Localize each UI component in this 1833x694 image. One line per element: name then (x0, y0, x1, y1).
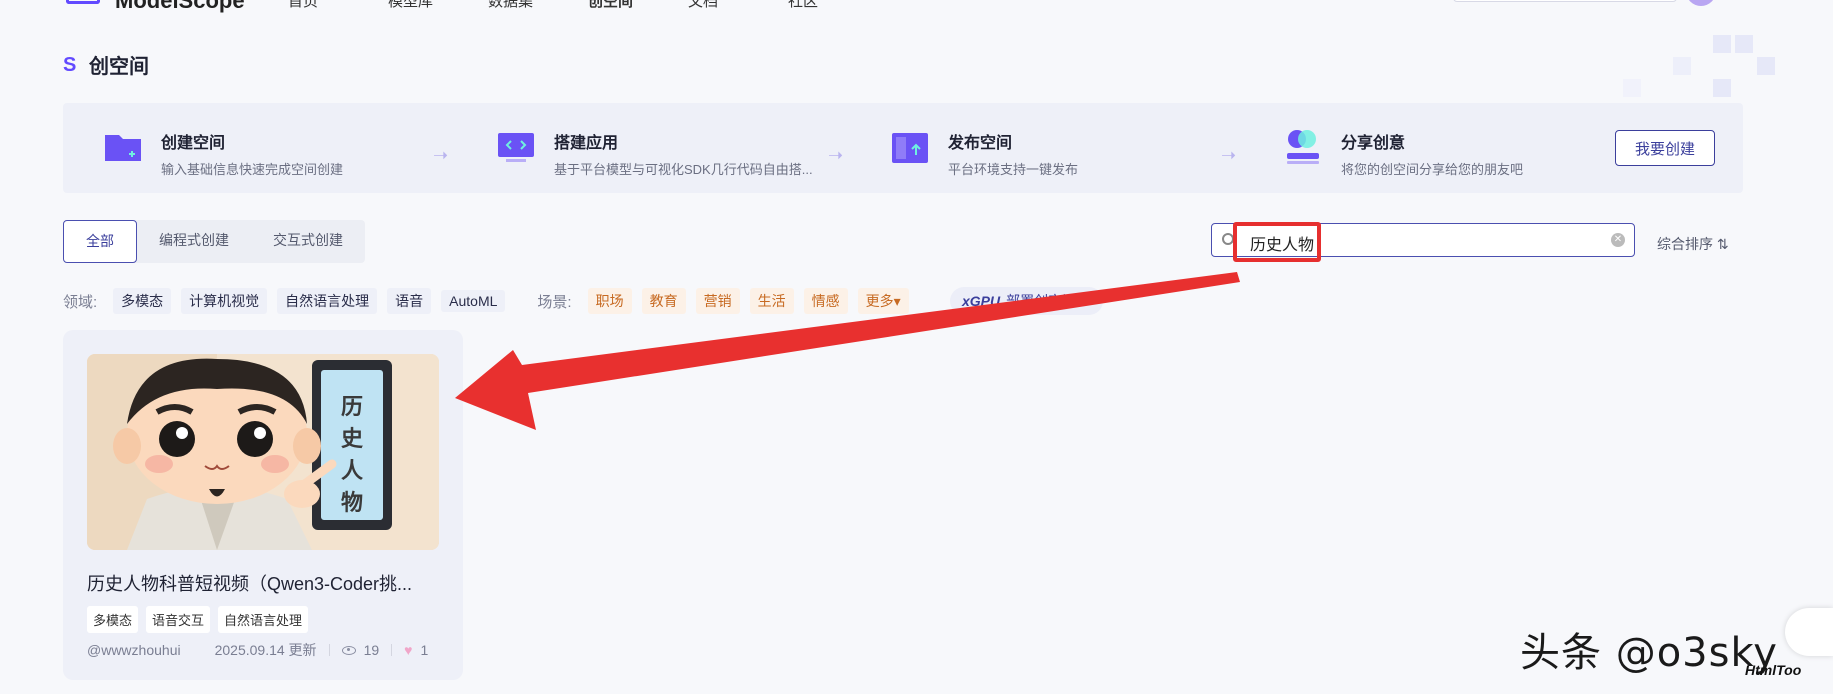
card-meta: @wwwzhouhui 2025.09.14 更新 19 ♥ 1 (87, 640, 428, 660)
step-title: 分享创意 (1341, 135, 1406, 152)
sort-dropdown[interactable]: 综合排序 ⇅ (1657, 234, 1729, 254)
card-thumbnail[interactable]: 历史人物 (87, 354, 439, 550)
domain-tag[interactable]: 计算机视觉 (181, 288, 268, 314)
scene-label: 场景: (537, 293, 572, 311)
step-desc: 基于平台模型与可视化SDK几行代码自由搭... (554, 162, 813, 177)
folder-plus-icon (105, 135, 141, 161)
code-window-icon (498, 133, 534, 162)
user-share-icon (1287, 130, 1319, 164)
page-title: 创空间 (89, 56, 149, 78)
nav-item-studios[interactable]: 创空间 (588, 0, 688, 11)
tab-programmatic[interactable]: 编程式创建 (137, 220, 251, 263)
tab-interactive[interactable]: 交互式创建 (251, 220, 365, 263)
watermark-text: 头条 @o3sky (1520, 630, 1778, 676)
top-navigation: ModelScope 首页 模型库 数据集 创空间 文档 社区 (0, 0, 1833, 13)
card-author[interactable]: @wwwzhouhui (87, 642, 181, 658)
card-tag: 自然语言处理 (218, 606, 309, 633)
arrow-right-icon: ➝ (1221, 145, 1237, 165)
scene-tag[interactable]: 生活 (749, 288, 794, 314)
eye-icon (341, 645, 356, 655)
domain-tag[interactable]: AutoML (441, 290, 506, 312)
upload-icon (892, 133, 928, 163)
nav-menu: 首页 模型库 数据集 创空间 文档 社区 (288, 0, 888, 11)
nav-item-docs[interactable]: 文档 (688, 0, 788, 11)
card-tags: 多模态 语音交互 自然语言处理 (87, 606, 309, 633)
filter-row: 领域: 多模态 计算机视觉 自然语言处理 语音 AutoML 场景: 职场 教育… (63, 288, 919, 314)
step-publish-space: 发布空间 平台环境支持一键发布 (890, 127, 1078, 178)
page-heading: S 创空间 (63, 50, 149, 79)
domain-label: 领域: (63, 293, 98, 311)
gpu-brand: xGPU (962, 293, 1001, 309)
card-tag: 多模态 (87, 606, 139, 633)
card-tag: 语音交互 (146, 606, 211, 633)
card-title[interactable]: 历史人物科普短视频（Qwen3-Coder挑... (87, 570, 412, 596)
nav-item-datasets[interactable]: 数据集 (488, 0, 588, 11)
scene-tag[interactable]: 营销 (695, 288, 740, 314)
studio-card[interactable]: 历史人物 历史人物科普短视频（Qwen3-Coder挑... 多模态 语音交互 … (63, 330, 463, 680)
arrow-right-icon: ➝ (433, 145, 449, 165)
card-likes: 1 (420, 642, 429, 658)
logo-text[interactable]: ModelScope (115, 0, 245, 14)
gpu-badge-text: 部署创空间 › (1006, 293, 1085, 309)
floating-chat-button[interactable] (1785, 608, 1833, 656)
step-share-idea: 分享创意 将您的创空间分享给您的朋友吧 (1283, 127, 1523, 178)
cartoon-character-illustration: 历史人物 (87, 354, 439, 550)
domain-tag[interactable]: 语音 (387, 288, 432, 314)
step-desc: 输入基础信息快速完成空间创建 (161, 162, 344, 177)
arrow-right-icon: ➝ (828, 145, 844, 165)
annotation-highlight-box (1233, 222, 1321, 262)
domain-tag[interactable]: 自然语言处理 (277, 288, 378, 314)
step-desc: 平台环境支持一键发布 (948, 162, 1079, 177)
card-views: 19 (363, 642, 380, 658)
step-title: 搭建应用 (554, 135, 619, 152)
tab-all[interactable]: 全部 (63, 220, 137, 263)
studio-logo-icon: S (63, 53, 77, 76)
gpu-deploy-badge[interactable]: xGPU 部署创空间 › (950, 287, 1103, 315)
creation-type-tabs: 全部 编程式创建 交互式创建 (63, 220, 365, 263)
scene-tag[interactable]: 情感 (803, 288, 848, 314)
step-create-space: 创建空间 输入基础信息快速完成空间创建 (103, 127, 343, 178)
nav-search-input[interactable] (1453, 0, 1677, 2)
scene-tag[interactable]: 教育 (641, 288, 686, 314)
step-title: 发布空间 (948, 135, 1013, 152)
nav-item-home[interactable]: 首页 (288, 0, 388, 11)
nav-item-community[interactable]: 社区 (788, 0, 888, 11)
nav-item-models[interactable]: 模型库 (388, 0, 488, 11)
watermark-logo: HtmlToo (1745, 662, 1802, 678)
create-space-button[interactable]: 我要创建 (1615, 130, 1715, 166)
heart-icon[interactable]: ♥ (404, 642, 412, 658)
scene-tag[interactable]: 职场 (587, 288, 632, 314)
clear-icon[interactable]: ✕ (1611, 233, 1625, 247)
avatar[interactable] (1686, 0, 1716, 6)
card-updated: 2025.09.14 更新 (214, 642, 317, 658)
step-build-app: 搭建应用 基于平台模型与可视化SDK几行代码自由搭... (496, 127, 813, 178)
domain-tag[interactable]: 多模态 (113, 288, 172, 314)
step-desc: 将您的创空间分享给您的朋友吧 (1341, 162, 1524, 177)
step-title: 创建空间 (161, 135, 226, 152)
creation-steps-banner: 创建空间 输入基础信息快速完成空间创建 ➝ 搭建应用 基于平台模型与可视化SDK… (63, 103, 1743, 193)
scene-more-dropdown[interactable]: 更多▾ (857, 288, 909, 314)
logo-icon[interactable] (66, 0, 100, 4)
